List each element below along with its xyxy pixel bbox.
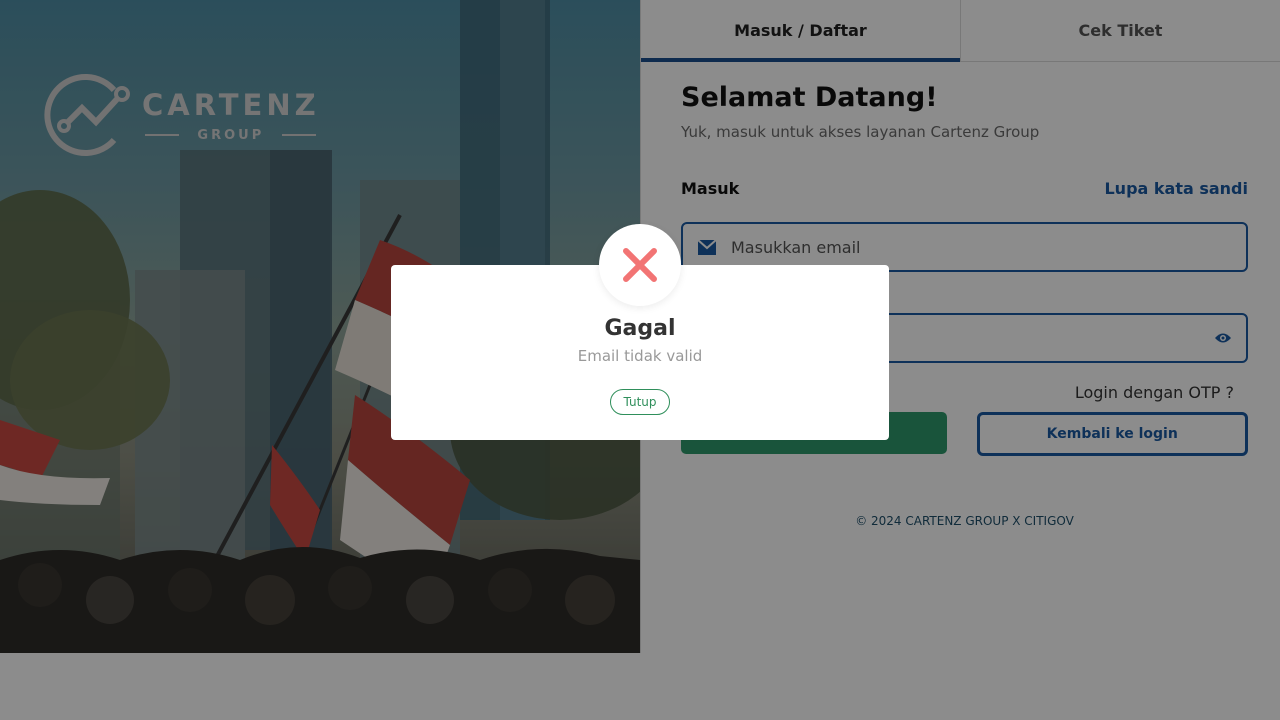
error-dialog: Gagal Email tidak valid Tutup [391,224,889,440]
close-dialog-button[interactable]: Tutup [610,389,670,415]
error-x-icon [599,224,681,306]
dialog-title: Gagal [604,316,676,341]
dialog-message: Email tidak valid [577,347,703,365]
